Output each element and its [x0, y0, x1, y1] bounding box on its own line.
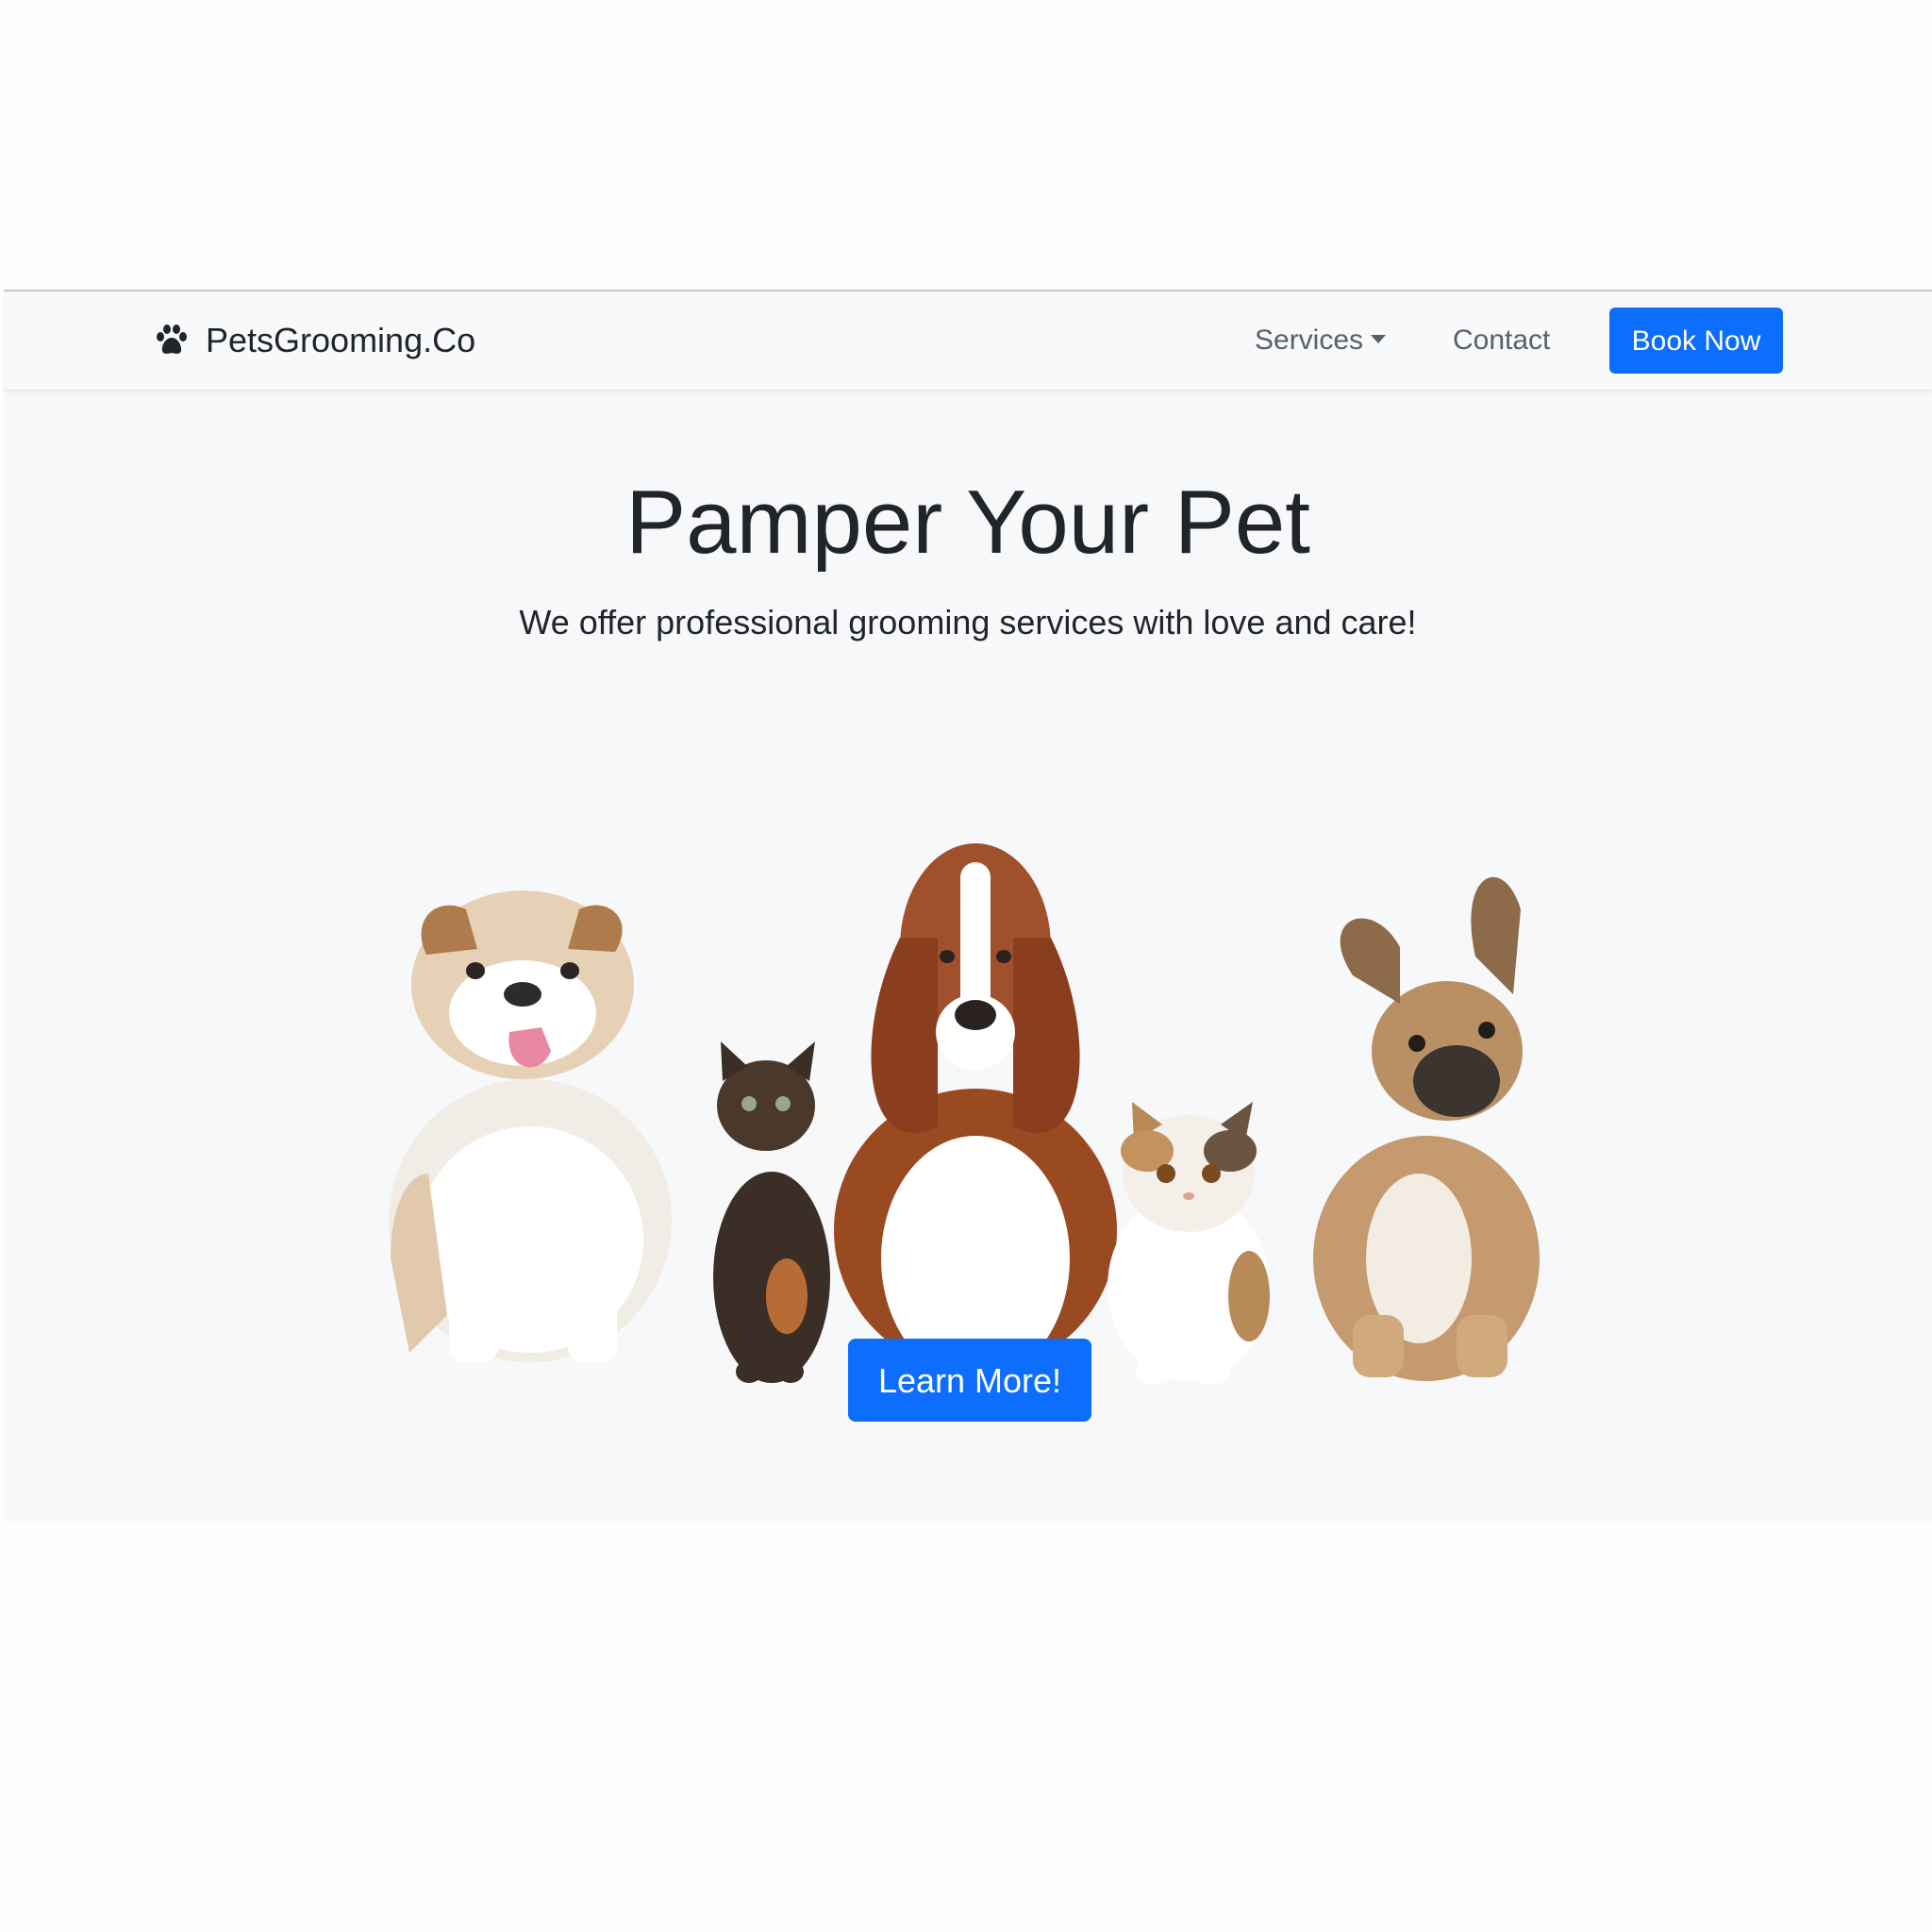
basset-hound-figure	[834, 843, 1117, 1381]
exotic-cat-figure	[1108, 1102, 1270, 1385]
brand-link[interactable]: PetsGrooming.Co	[153, 320, 475, 361]
nav-services-label: Services	[1255, 325, 1364, 356]
nav-contact-link[interactable]: Contact	[1453, 320, 1550, 361]
website: PetsGrooming.Co Services Contact Book No…	[4, 290, 1932, 1522]
kitten-figure	[713, 1041, 830, 1383]
french-bulldog-figure	[1313, 876, 1540, 1381]
paw-icon	[157, 325, 187, 354]
navbar: PetsGrooming.Co Services Contact Book No…	[4, 291, 1932, 391]
brand-name: PetsGrooming.Co	[206, 321, 476, 359]
learn-more-button[interactable]: Learn More!	[848, 1339, 1091, 1422]
hero-subtitle: We offer professional grooming services …	[519, 603, 1417, 641]
page: PetsGrooming.Co Services Contact Book No…	[0, 0, 1932, 1932]
nav-services-dropdown[interactable]: Services	[1255, 320, 1387, 361]
pets-group-image	[389, 843, 1540, 1385]
book-now-button[interactable]: Book Now	[1609, 308, 1783, 374]
chevron-down-icon	[1371, 334, 1387, 343]
hero-title: Pamper Your Pet	[625, 472, 1310, 573]
bulldog-figure	[389, 891, 672, 1362]
